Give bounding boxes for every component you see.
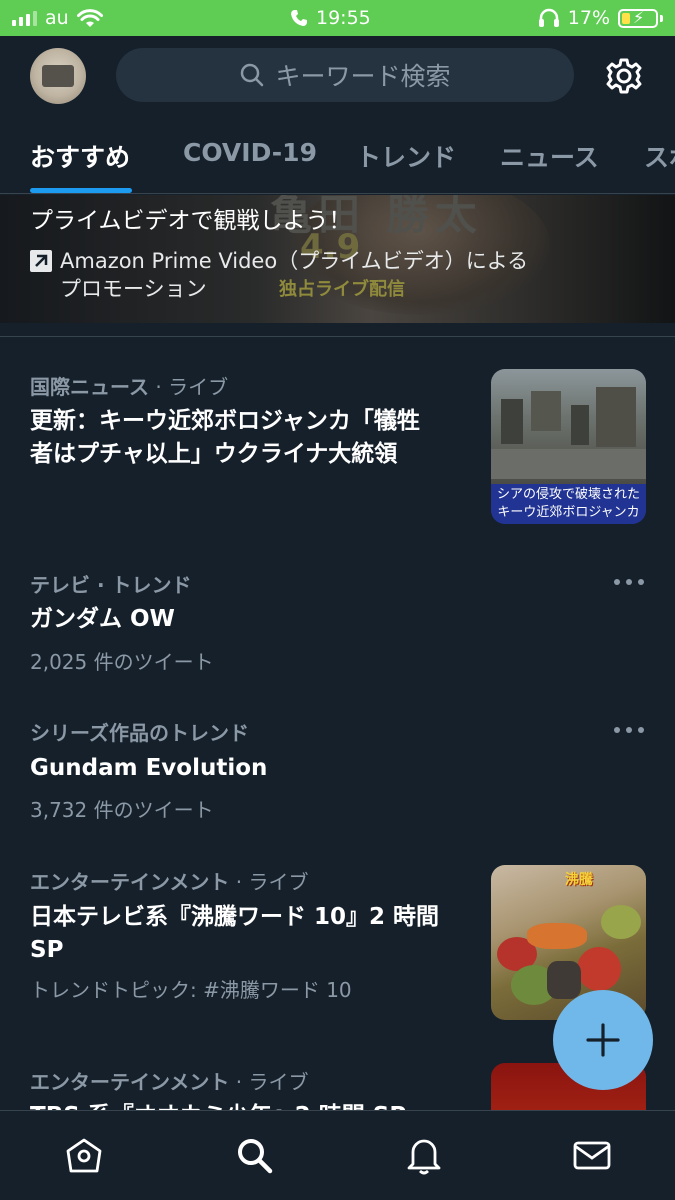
promoted-arrow-icon [30,250,52,272]
tab-trends[interactable]: トレンド [356,138,456,174]
headphones-icon [538,8,559,27]
item-meta: · ライブ [155,375,229,399]
status-bar: au 19:55 17% ⚡ [0,0,675,36]
bell-icon[interactable] [404,1135,444,1175]
more-options-icon[interactable] [614,725,644,735]
list-item[interactable]: 国際ニュース · ライブ 更新：キーウ近郊ボロジャンカ「犠牲 者はプチャ以上」ウ… [0,338,675,538]
tab-covid[interactable]: COVID-19 [183,138,317,167]
item-title: 日本テレビ系『沸騰ワード 10』2 時間 SP [30,904,440,963]
item-meta: · ライブ [235,870,309,894]
item-title: TBS 系『オオカミ少年』2 時間 SP [30,1100,406,1110]
list-item[interactable]: シリーズ作品のトレンド Gundam Evolution 3,732 件のツイー… [0,703,675,833]
promo-advertiser: Amazon Prime Video（プライムビデオ）による プロモーション [30,247,528,303]
wifi-icon [76,8,103,27]
item-category: エンターテインメント [30,870,230,894]
tab-recommended[interactable]: おすすめ [30,138,130,174]
battery-icon: ⚡ [618,8,658,28]
compose-button[interactable] [553,990,653,1090]
item-trend-topic: トレンドトピック: #沸騰ワード 10 [30,978,352,1002]
promoted-card[interactable]: 亀田 勝太 4.9 独占ライブ配信 プライムビデオで観戦しよう！ Amazon … [0,195,675,323]
search-icon[interactable] [234,1135,274,1175]
gear-icon[interactable] [604,56,644,96]
clock-label: 19:55 [316,7,371,29]
phone-icon [291,10,307,26]
list-item[interactable]: テレビ · トレンド ガンダム OW 2,025 件のツイート [0,555,675,685]
plus-icon [586,1023,620,1057]
tab-sports[interactable]: スポ [644,138,675,174]
home-icon[interactable] [64,1135,104,1175]
item-tweet-count: 2,025 件のツイート [30,650,214,674]
more-options-icon[interactable] [614,577,644,587]
search-input[interactable]: キーワード検索 [116,48,574,102]
tab-news[interactable]: ニュース [500,138,599,174]
item-tweet-count: 3,732 件のツイート [30,798,214,822]
tab-indicator [30,188,132,193]
mail-icon[interactable] [572,1135,612,1175]
section-divider [0,323,675,337]
item-meta: · ライブ [235,1070,309,1094]
avatar[interactable] [30,48,86,104]
search-icon [241,63,264,87]
status-right: 17% ⚡ [538,7,663,29]
item-thumbnail[interactable]: シアの侵攻で破壊された キーウ近郊ボロジャンカ [491,369,646,524]
status-center: 19:55 [290,7,371,29]
top-header: キーワード検索 [0,36,675,116]
item-category: シリーズ作品のトレンド [30,721,249,745]
item-title: Gundam Evolution [30,755,268,781]
search-placeholder: キーワード検索 [275,62,451,91]
promo-advertiser-line1: Amazon Prime Video（プライムビデオ）による [60,249,529,273]
bottom-tab-bar [0,1110,675,1200]
promo-title: プライムビデオで観戦しよう！ [30,208,352,234]
explore-tabs: おすすめ COVID-19 トレンド ニュース スポ [0,116,675,194]
carrier-label: au [45,7,69,29]
status-left: au [12,7,103,29]
promo-advertiser-line2: プロモーション [60,277,207,301]
item-category: テレビ · トレンド [30,573,192,597]
item-category: エンターテインメント [30,1070,230,1094]
signal-icon [12,10,37,26]
item-title: ガンダム OW [30,606,175,632]
item-category: 国際ニュース [30,375,149,399]
thumbnail-caption: シアの侵攻で破壊された キーウ近郊ボロジャンカ [491,484,646,524]
thumbnail-tag: 沸騰 [565,872,593,888]
battery-percent: 17% [567,7,610,29]
item-title: 更新：キーウ近郊ボロジャンカ「犠牲 者はプチャ以上」ウクライナ大統領 [30,408,420,467]
